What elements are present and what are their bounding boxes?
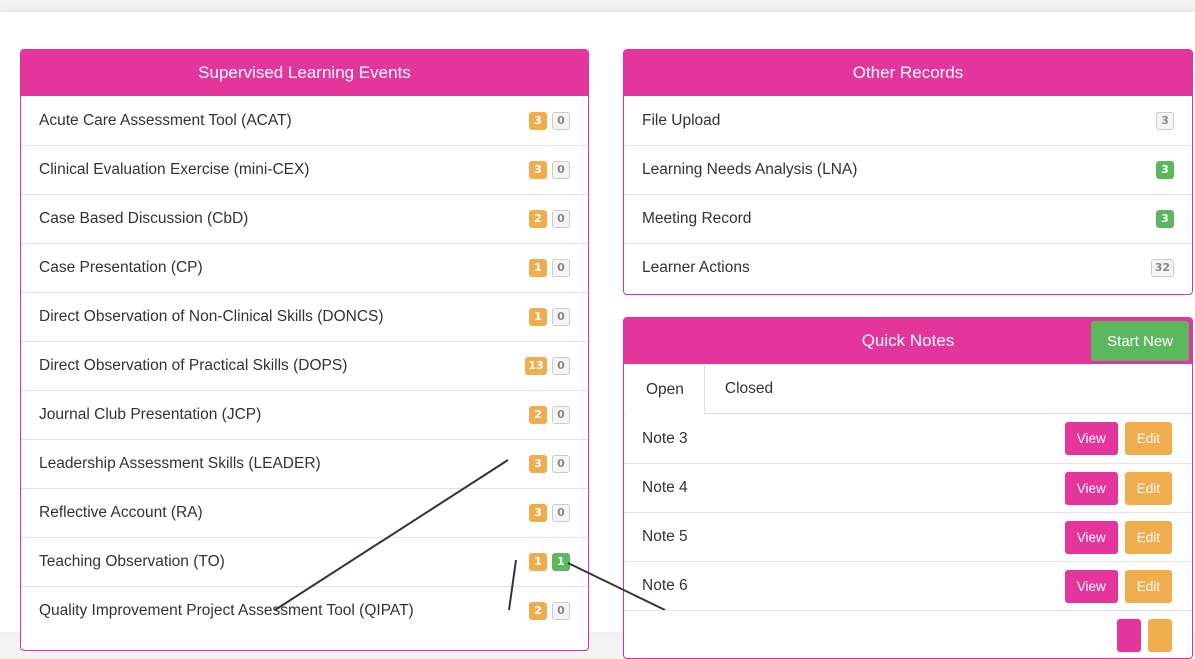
list-item-label: File Upload <box>642 111 721 129</box>
badge-group: 20 <box>529 602 570 620</box>
quick-notes-tabs: Open Closed <box>624 364 1192 414</box>
tab-open[interactable]: Open <box>626 365 705 414</box>
list-item[interactable]: File Upload 3 <box>624 96 1192 145</box>
edit-button[interactable]: Edit <box>1124 422 1172 455</box>
count-badge: 1 <box>529 308 547 326</box>
count-badge: 0 <box>552 504 570 522</box>
list-item-label: Case Presentation (CP) <box>39 259 203 276</box>
list-item[interactable]: Case Based Discussion (CbD) 2 0 <box>21 194 588 243</box>
count-badge: 0 <box>552 111 570 130</box>
list-item-label: Direct Observation of Practical Skills (… <box>39 357 348 374</box>
note-row <box>624 610 1192 658</box>
list-item-label: Leadership Assessment Skills (LEADER) <box>39 455 321 472</box>
list-item-label: Teaching Observation (TO) <box>39 553 225 570</box>
list-item[interactable]: Acute Care Assessment Tool (ACAT) 3 0 <box>21 96 588 145</box>
count-badge: 3 <box>1156 210 1174 228</box>
count-badge: 2 <box>529 602 547 620</box>
badge-group: 13 0 <box>525 357 570 375</box>
count-badge: 1 <box>552 553 570 571</box>
count-badge: 1 <box>529 259 547 277</box>
other-records-panel: Other Records File Upload 3 Learning Needs… <box>623 49 1193 295</box>
badge-group: 20 <box>529 406 570 424</box>
list-item[interactable]: Teaching Observation (TO) 1 1 <box>21 537 588 586</box>
count-badge: 0 <box>552 210 570 228</box>
count-badge: 0 <box>552 161 570 179</box>
note-title: Note 4 <box>642 479 688 496</box>
list-item[interactable]: Clinical Evaluation Exercise (mini-CEX) 3… <box>21 145 588 194</box>
list-item[interactable]: Direct Observation of Non-Clinical Skill… <box>21 292 588 341</box>
panel-title: Quick Notes <box>861 331 955 350</box>
list-item[interactable]: Reflective Account (RA) 3 0 <box>21 488 588 537</box>
tab-closed[interactable]: Closed <box>705 364 793 413</box>
dashboard-sheet: Supervised Learning Events Acute Care As… <box>0 12 1195 659</box>
list-item-label: Journal Club Presentation (JCP) <box>39 406 262 423</box>
count-badge: 0 <box>552 455 570 473</box>
list-item[interactable]: Quality Improvement Project Assessment T… <box>21 586 588 635</box>
count-badge: 2 <box>529 406 547 424</box>
badge-group: 11 <box>529 553 570 571</box>
list-item[interactable]: Learning Needs Analysis (LNA) 3 <box>624 145 1192 194</box>
count-badge: 3 <box>529 504 547 522</box>
view-button[interactable] <box>1117 618 1141 652</box>
note-title: Note 3 <box>642 429 688 447</box>
count-badge: 32 <box>1150 259 1174 277</box>
supervised-learning-events-panel: Supervised Learning Events Acute Care As… <box>20 49 589 651</box>
list-item-label: Reflective Account (RA) <box>39 504 203 521</box>
list-item[interactable]: Direct Observation of Practical Skills (… <box>21 341 588 390</box>
note-row: Note 6 View Edit <box>624 561 1192 610</box>
start-new-button[interactable]: Start New <box>1091 321 1189 361</box>
list-item[interactable]: Journal Club Presentation (JCP) 2 0 <box>21 390 588 439</box>
view-button[interactable]: View <box>1064 520 1118 554</box>
list-item-label: Direct Observation of Non-Clinical Skill… <box>39 308 384 325</box>
note-row: Note 3 View Edit <box>624 414 1192 463</box>
count-badge: 3 <box>1156 111 1174 130</box>
panel-title: Supervised Learning Events <box>21 50 588 96</box>
list-item[interactable]: Case Presentation (CP) 1 0 <box>21 243 588 292</box>
count-badge: 0 <box>552 602 570 620</box>
list-item[interactable]: Meeting Record 3 <box>624 194 1192 243</box>
edit-button[interactable]: Edit <box>1124 520 1172 554</box>
list-item[interactable]: Leadership Assessment Skills (LEADER) 3 0 <box>21 439 588 488</box>
badge-group: 30 <box>529 455 570 473</box>
count-badge: 3 <box>529 161 547 179</box>
note-title: Note 6 <box>642 577 688 594</box>
list-item-label: Meeting Record <box>642 210 752 227</box>
quick-notes-panel: Quick Notes Start New Open Closed Note 3… <box>623 317 1193 659</box>
count-badge: 3 <box>1156 161 1174 179</box>
note-row: Note 5 View Edit <box>624 512 1192 561</box>
panel-title: Other Records <box>624 50 1192 96</box>
list-item-label: Learner Actions <box>642 259 750 276</box>
note-title: Note 5 <box>642 528 688 545</box>
view-button[interactable]: View <box>1064 569 1118 603</box>
list-item-label: Acute Care Assessment Tool (ACAT) <box>39 111 292 129</box>
count-badge: 0 <box>552 406 570 424</box>
quick-notes-header: Quick Notes Start New <box>624 318 1192 364</box>
edit-button[interactable]: Edit <box>1124 471 1172 505</box>
count-badge: 1 <box>529 553 547 571</box>
list-item-label: Clinical Evaluation Exercise (mini-CEX) <box>39 161 310 178</box>
count-badge: 3 <box>529 455 547 473</box>
count-badge: 3 <box>529 111 547 130</box>
badge-group: 20 <box>529 210 570 228</box>
badge-group: 30 <box>529 111 570 130</box>
count-badge: 0 <box>552 357 570 375</box>
list-item[interactable]: Learner Actions 32 <box>624 243 1192 292</box>
view-button[interactable]: View <box>1064 471 1118 505</box>
badge-group: 10 <box>529 259 570 277</box>
list-item-label: Quality Improvement Project Assessment T… <box>39 602 414 619</box>
badge-group: 30 <box>529 161 570 179</box>
badge-group: 10 <box>529 308 570 326</box>
edit-button[interactable]: Edit <box>1124 569 1172 603</box>
list-item-label: Learning Needs Analysis (LNA) <box>642 161 858 178</box>
list-item-label: Case Based Discussion (CbD) <box>39 210 249 227</box>
view-button[interactable]: View <box>1064 422 1118 455</box>
count-badge: 2 <box>529 210 547 228</box>
count-badge: 0 <box>552 308 570 326</box>
edit-button[interactable] <box>1148 618 1172 652</box>
count-badge: 0 <box>552 259 570 277</box>
note-row: Note 4 View Edit <box>624 463 1192 512</box>
count-badge: 13 <box>525 357 547 375</box>
badge-group: 30 <box>529 504 570 522</box>
